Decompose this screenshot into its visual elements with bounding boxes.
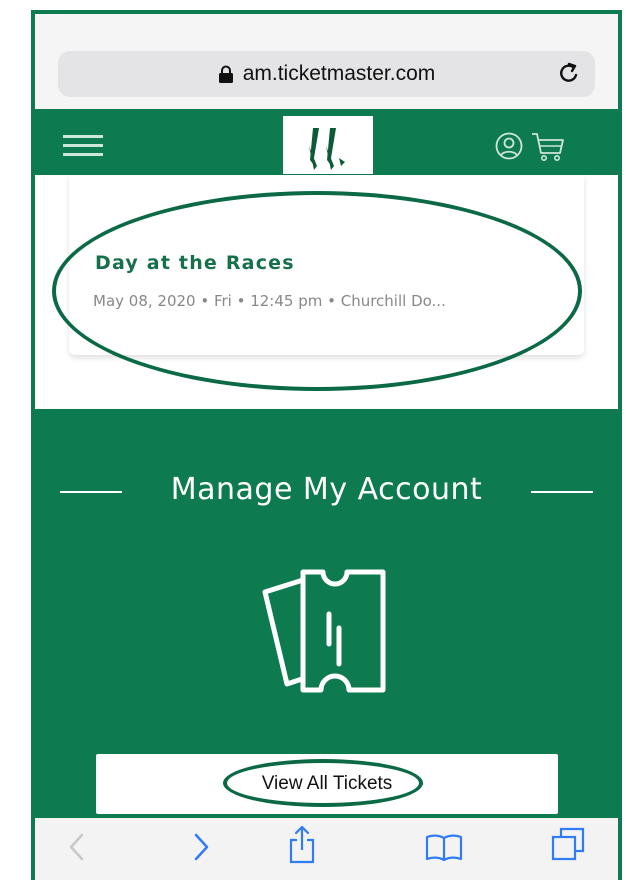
event-title[interactable]: Day at the Races — [95, 252, 295, 274]
tabs-icon[interactable] — [551, 827, 585, 861]
manage-account-heading: Manage My Account — [170, 472, 483, 507]
menu-icon[interactable] — [63, 135, 103, 157]
lock-icon — [218, 65, 233, 83]
site-header — [35, 109, 618, 175]
share-icon[interactable] — [288, 824, 316, 864]
logo[interactable] — [283, 116, 373, 174]
browser-chrome: am.ticketmaster.com — [35, 14, 618, 109]
events-section: Day at the Races May 08, 2020 • Fri • 12… — [35, 175, 618, 409]
bookmarks-icon[interactable] — [425, 832, 463, 862]
view-all-tickets-label: View All Tickets — [261, 773, 393, 794]
view-all-tickets-button[interactable]: View All Tickets — [96, 754, 558, 814]
phone-screen: am.ticketmaster.com Day at the Races May… — [31, 10, 622, 880]
ticket-icon — [262, 569, 386, 693]
reload-icon[interactable] — [557, 61, 581, 87]
logo-mark-icon — [309, 128, 345, 170]
heading-rule-right — [531, 491, 593, 493]
browser-toolbar — [35, 818, 618, 880]
url-text: am.ticketmaster.com — [242, 62, 436, 85]
user-icon[interactable] — [495, 132, 523, 160]
cart-icon[interactable] — [531, 131, 565, 163]
event-details: May 08, 2020 • Fri • 12:45 pm • Churchil… — [93, 292, 446, 310]
forward-icon[interactable] — [193, 831, 211, 863]
url-bar[interactable]: am.ticketmaster.com — [58, 51, 595, 97]
back-icon[interactable] — [67, 831, 85, 863]
